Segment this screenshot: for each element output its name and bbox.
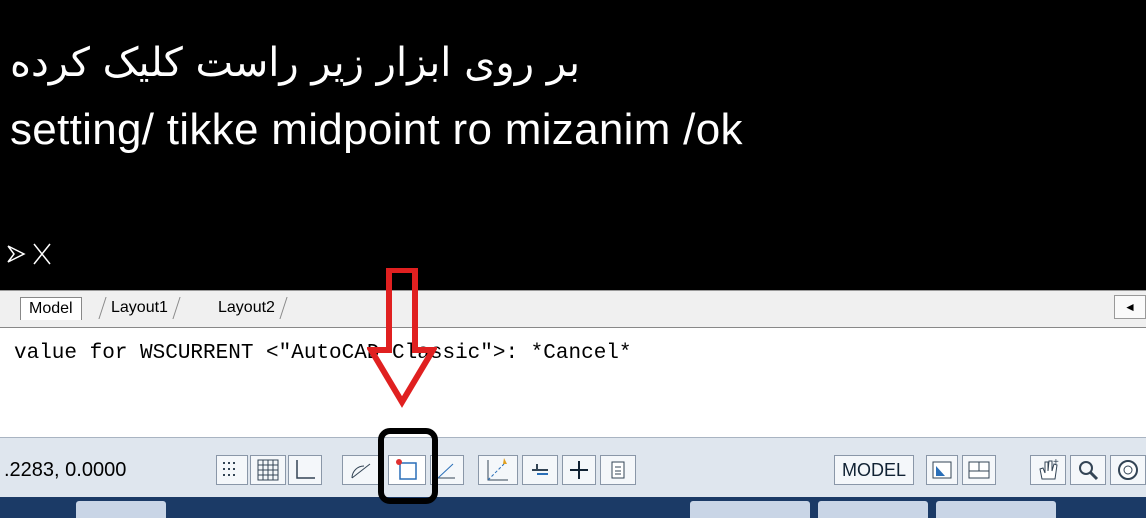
model-space-button[interactable]: MODEL — [834, 455, 914, 485]
pan-hand-icon: + — [1039, 457, 1059, 480]
command-window[interactable]: value for WSCURRENT <"AutoCAD Classic">:… — [0, 327, 1146, 438]
taskbar-item[interactable] — [936, 501, 1056, 518]
command-history-line: value for WSCURRENT <"AutoCAD Classic">:… — [14, 342, 632, 365]
quick-properties-button[interactable] — [600, 455, 636, 485]
layout-tabs: Model Layout1 Layout2 ◄ — [0, 290, 1146, 327]
polar-tracking-button[interactable] — [342, 455, 380, 485]
taskbar-item[interactable] — [76, 501, 166, 518]
windows-taskbar — [0, 497, 1146, 518]
grid-display-button[interactable] — [250, 455, 286, 485]
magnifier-icon — [1079, 461, 1099, 481]
tab-layout1[interactable]: Layout1 — [98, 297, 181, 319]
viewports-icon — [968, 461, 990, 479]
object-snap-highlight — [378, 428, 438, 504]
ortho-icon — [296, 460, 315, 479]
status-bar: .2283, 0.0000 MODEL + — [0, 437, 1146, 498]
svg-text:+: + — [1053, 457, 1059, 468]
viewports-button[interactable] — [962, 455, 996, 485]
taskbar-item[interactable] — [818, 501, 928, 518]
annotation-english: setting/ tikke midpoint ro mizanim /ok — [10, 105, 743, 154]
dyn-icon — [532, 464, 548, 475]
tab-layout2[interactable]: Layout2 — [206, 297, 288, 319]
steering-wheel-icon — [1118, 460, 1138, 480]
annotation-persian: بر روی ابزار زیر راست کلیک کرده — [10, 40, 580, 86]
tab-model[interactable]: Model — [20, 297, 82, 320]
polar-icon — [351, 463, 371, 479]
quick-properties-icon — [611, 461, 625, 479]
grid-icon — [257, 459, 279, 481]
drawing-canvas[interactable]: بر روی ابزار زیر راست کلیک کرده setting/… — [0, 0, 1146, 290]
snap-mode-button[interactable] — [216, 455, 248, 485]
scroll-left-button[interactable]: ◄ — [1114, 295, 1146, 319]
ducs-icon — [487, 458, 508, 481]
dynamic-ucs-button[interactable] — [478, 455, 518, 485]
pan-button[interactable]: + — [1030, 455, 1066, 485]
steering-wheel-button[interactable] — [1110, 455, 1146, 485]
down-arrow-annotation — [367, 268, 437, 408]
ucs-icon — [7, 243, 51, 265]
lineweight-button[interactable] — [562, 455, 596, 485]
layout-icon — [932, 461, 952, 479]
taskbar-item[interactable] — [690, 501, 810, 518]
layout-view-button[interactable] — [926, 455, 958, 485]
coordinates-readout: .2283, 0.0000 — [4, 459, 127, 481]
otrack-icon — [437, 463, 455, 479]
dynamic-input-button[interactable] — [522, 455, 558, 485]
ortho-mode-button[interactable] — [288, 455, 322, 485]
snap-icon — [223, 462, 235, 476]
zoom-button[interactable] — [1070, 455, 1106, 485]
lineweight-icon — [570, 461, 588, 479]
